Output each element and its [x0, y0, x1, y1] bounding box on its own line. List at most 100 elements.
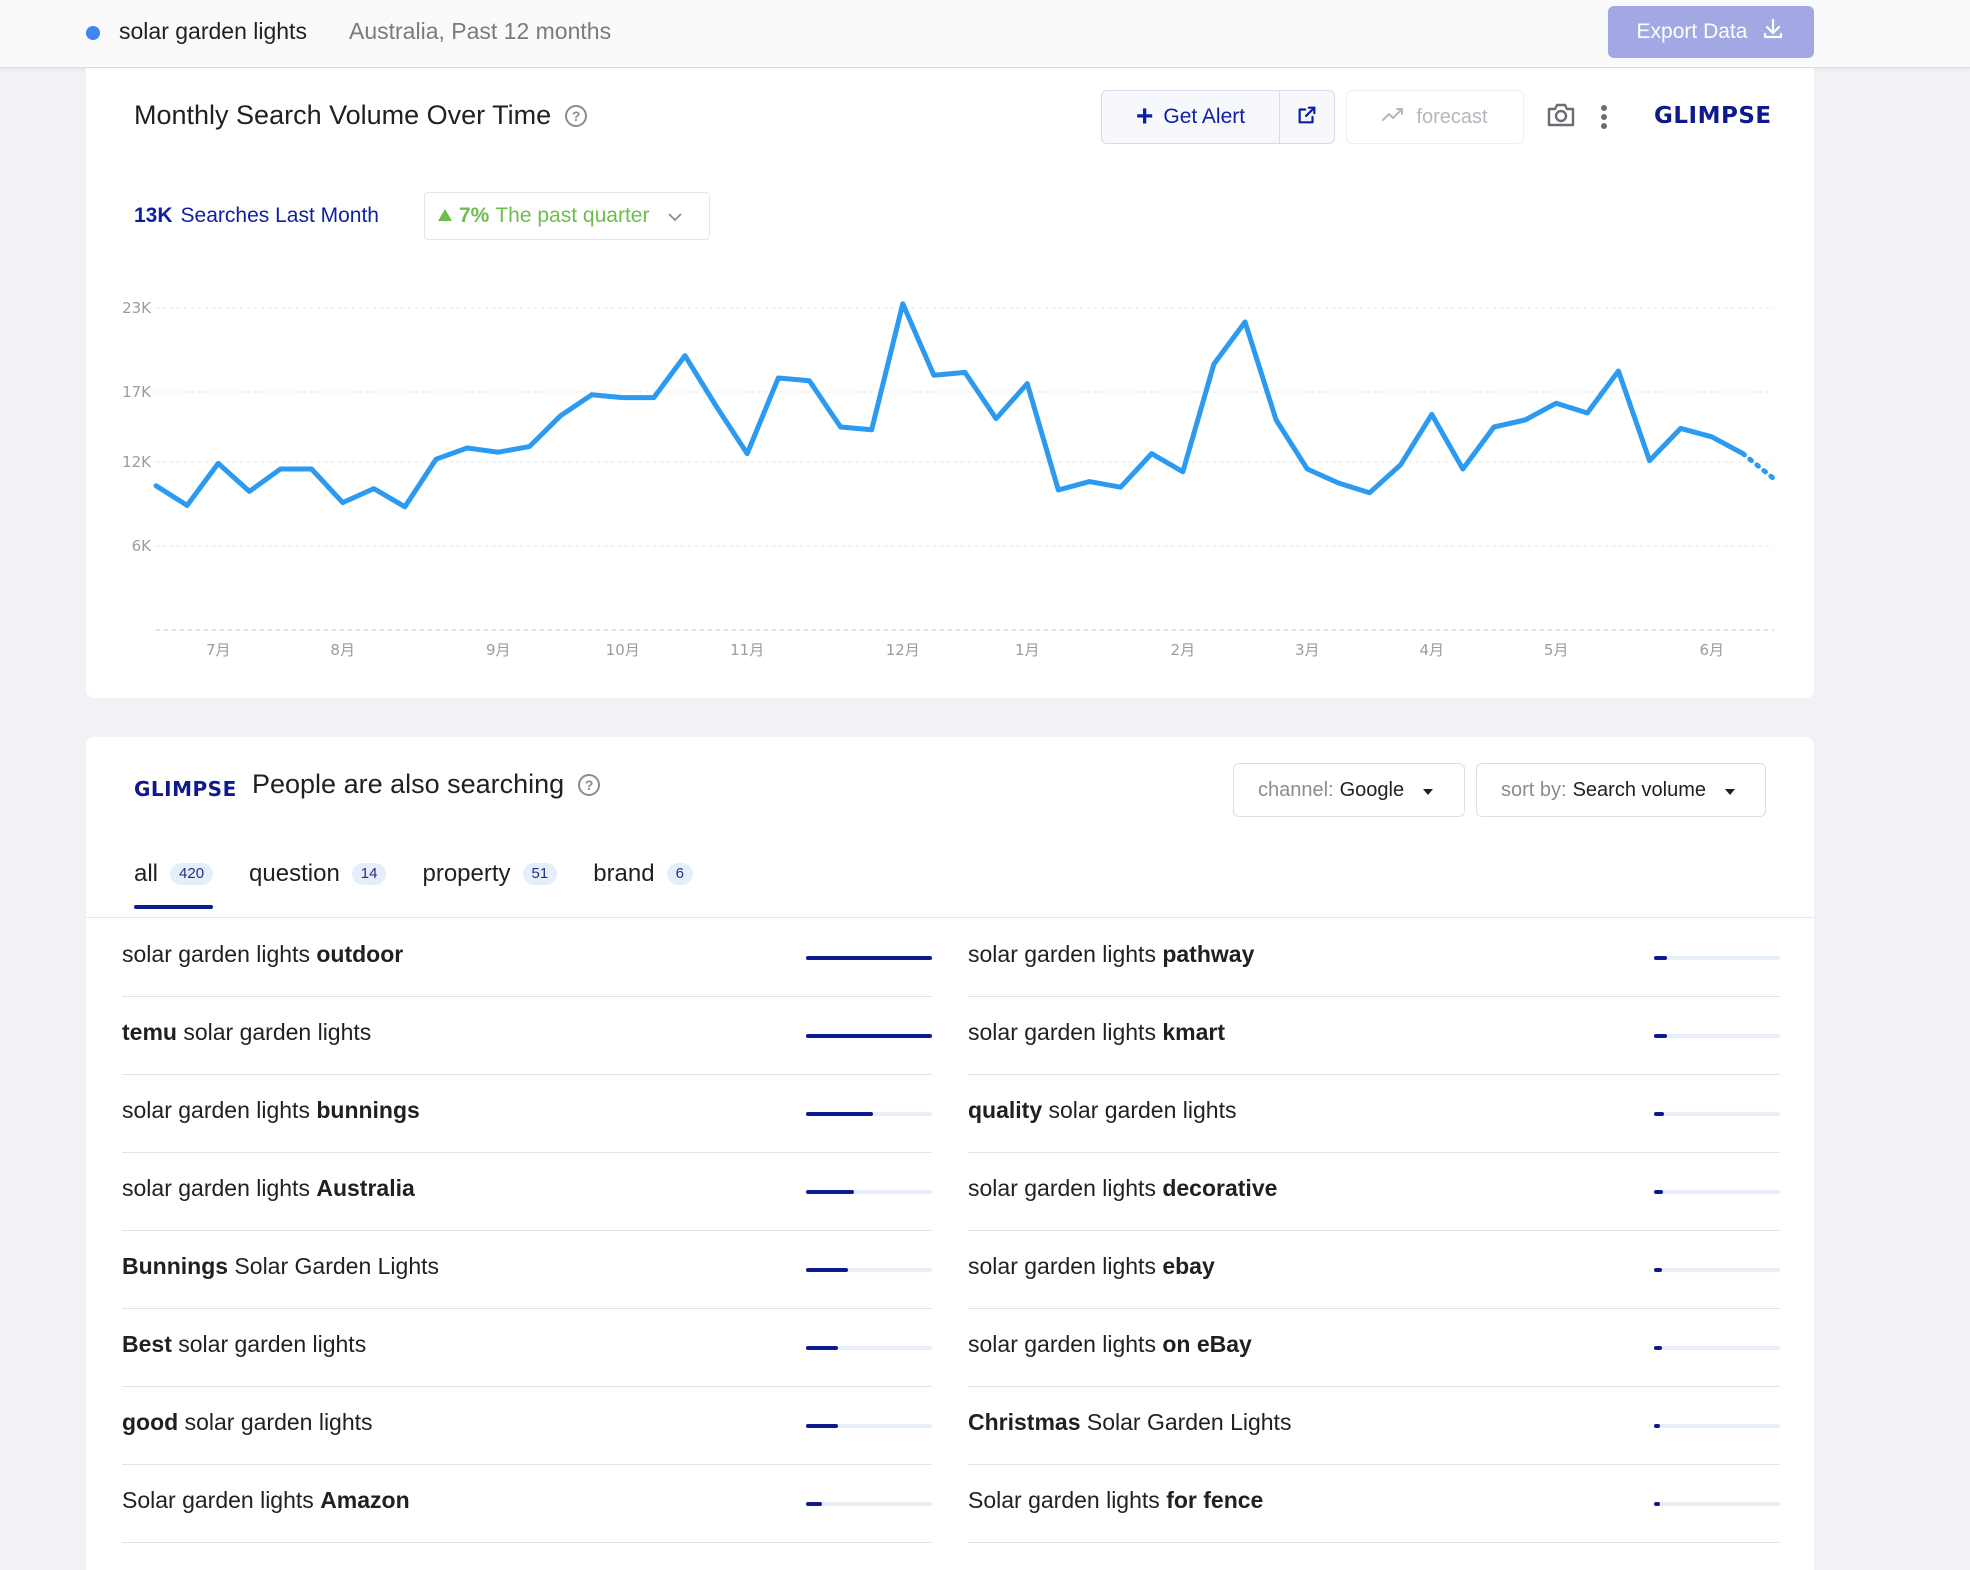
keyword-row[interactable]: quality solar garden lights: [968, 1075, 1780, 1153]
tab-label: question: [249, 860, 340, 887]
y-tick-label: 6K: [132, 537, 153, 555]
volume-bar-fill: [806, 1190, 854, 1194]
volume-bar-fill: [1654, 1424, 1661, 1428]
export-data-button[interactable]: Export Data: [1608, 6, 1814, 58]
x-axis-ticks: 7月 8月 9月 10月 11月 12月 1月 2月 3月 4月 5月 6月: [206, 641, 1724, 659]
glimpse-logo-small: GLIMPSE: [134, 777, 237, 801]
top-bar: solar garden lights Australia, Past 12 m…: [0, 0, 1970, 68]
volume-bar-fill: [1654, 1112, 1665, 1116]
x-tick-label: 11月: [730, 641, 764, 659]
keyword-text: Solar garden lights Amazon: [122, 1487, 410, 1513]
keyword-tabs: all 420 question 14 property 51 brand 6: [134, 847, 693, 909]
keyword-text: solar garden lights kmart: [968, 1019, 1225, 1045]
volume-bar-fill: [1654, 1502, 1661, 1506]
channel-dropdown[interactable]: channel: Google: [1233, 763, 1465, 817]
related-searches-card: GLIMPSE People are also searching ? chan…: [86, 737, 1814, 1570]
keyword-row[interactable]: Best solar garden lights: [122, 1309, 932, 1387]
keyword-text: quality solar garden lights: [968, 1097, 1237, 1123]
keyword-row[interactable]: solar garden lights kmart: [968, 997, 1780, 1075]
y-tick-label: 17K: [122, 383, 152, 401]
x-tick-label: 12月: [886, 641, 920, 659]
volume-bar: [806, 1190, 932, 1194]
sort-value: Search volume: [1572, 778, 1706, 801]
sort-dropdown[interactable]: sort by: Search volume: [1476, 763, 1766, 817]
volume-bar: [1654, 1502, 1780, 1506]
volume-bar-fill: [1654, 1346, 1662, 1350]
help-icon[interactable]: ?: [578, 773, 601, 796]
volume-bar: [806, 1502, 932, 1506]
search-term: solar garden lights: [119, 18, 307, 44]
volume-bar: [806, 1346, 932, 1350]
x-tick-label: 9月: [486, 641, 511, 659]
keyword-text: solar garden lights bunnings: [122, 1097, 420, 1123]
export-label: Export Data: [1636, 20, 1748, 43]
x-tick-label: 5月: [1544, 641, 1569, 659]
volume-bar: [1654, 1190, 1780, 1194]
volume-bar-fill: [806, 1346, 838, 1350]
keyword-list-right: solar garden lights pathway solar garden…: [968, 919, 1780, 1543]
keyword-text: Solar garden lights for fence: [968, 1487, 1264, 1513]
keyword-text: temu solar garden lights: [122, 1019, 372, 1045]
x-tick-label: 6月: [1699, 641, 1724, 659]
related-card-title: People are also searching ?: [252, 769, 601, 800]
keyword-row[interactable]: solar garden lights pathway: [968, 919, 1780, 997]
volume-bar: [806, 1112, 932, 1116]
keyword-row[interactable]: good solar garden lights: [122, 1387, 932, 1465]
volume-bar-fill: [1654, 1034, 1667, 1038]
tab-label: brand: [593, 860, 655, 887]
keyword-row[interactable]: Solar garden lights for fence: [968, 1465, 1780, 1543]
keyword-row[interactable]: solar garden lights bunnings: [122, 1075, 932, 1153]
channel-value: Google: [1339, 778, 1405, 801]
tab-count-badge: 51: [522, 863, 558, 885]
logo-text: GLIMPSE: [134, 777, 237, 801]
volume-bar: [1654, 1268, 1780, 1272]
tab-label: property: [422, 860, 511, 887]
volume-bar-fill: [1654, 1190, 1663, 1194]
keyword-row[interactable]: solar garden lights Australia: [122, 1153, 932, 1231]
volume-bar: [1654, 1346, 1780, 1350]
keyword-row[interactable]: temu solar garden lights: [122, 997, 932, 1075]
keyword-text: solar garden lights pathway: [968, 941, 1255, 967]
keyword-row[interactable]: solar garden lights decorative: [968, 1153, 1780, 1231]
volume-bar-fill: [1654, 1268, 1662, 1272]
related-title-text: People are also searching: [252, 769, 565, 799]
tab-brand[interactable]: brand 6: [593, 847, 693, 905]
volume-bar: [1654, 1112, 1780, 1116]
volume-bar-fill: [1654, 956, 1667, 960]
keyword-text: solar garden lights outdoor: [122, 941, 404, 967]
keyword-row[interactable]: Solar garden lights Amazon: [122, 1465, 932, 1543]
tabs-divider: [86, 917, 1814, 918]
search-volume-chart: 6K 12K 17K 23K 7月 8月 9月 10月 11月 12月 1月 2月 3月 4月 5月 6月: [122, 299, 1777, 659]
volume-bar-fill: [806, 1268, 848, 1272]
keyword-text: solar garden lights on eBay: [968, 1331, 1252, 1357]
tab-all[interactable]: all 420: [134, 847, 214, 909]
keyword-row[interactable]: Bunnings Solar Garden Lights: [122, 1231, 932, 1309]
volume-bar: [806, 1034, 932, 1038]
tab-count-badge: 6: [666, 863, 693, 885]
volume-bar: [806, 1424, 932, 1428]
keyword-text: solar garden lights decorative: [968, 1175, 1278, 1201]
y-axis-ticks: 6K 12K 17K 23K: [122, 299, 152, 555]
y-tick-label: 23K: [122, 299, 152, 317]
keyword-row[interactable]: solar garden lights outdoor: [122, 919, 932, 997]
search-meta: Australia, Past 12 months: [349, 18, 612, 44]
x-tick-label: 8月: [330, 641, 355, 659]
volume-bar: [1654, 1424, 1780, 1428]
keyword-row[interactable]: solar garden lights ebay: [968, 1231, 1780, 1309]
volume-bar-fill: [806, 1424, 838, 1428]
y-tick-label: 12K: [122, 453, 152, 471]
keyword-text: solar garden lights ebay: [968, 1253, 1215, 1279]
channel-label: channel:: [1258, 778, 1334, 801]
x-tick-label: 4月: [1419, 641, 1444, 659]
keyword-text: good solar garden lights: [122, 1409, 373, 1435]
volume-bar: [806, 956, 932, 960]
volume-bar: [806, 1268, 932, 1272]
x-tick-label: 3月: [1295, 641, 1320, 659]
tab-question[interactable]: question 14: [249, 847, 387, 905]
x-tick-label: 10月: [606, 641, 640, 659]
caret-down-icon: [1724, 779, 1736, 802]
tab-property[interactable]: property 51: [422, 847, 558, 905]
chart-grid: [156, 307, 1774, 631]
keyword-row[interactable]: solar garden lights on eBay: [968, 1309, 1780, 1387]
keyword-row[interactable]: Christmas Solar Garden Lights: [968, 1387, 1780, 1465]
